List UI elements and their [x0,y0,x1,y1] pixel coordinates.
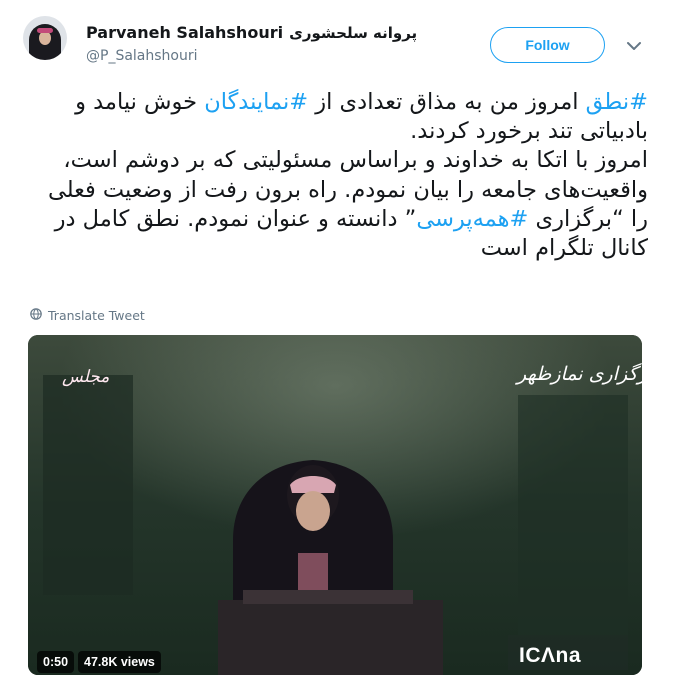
author-handle[interactable]: @P_Salahshouri [86,48,417,64]
hashtag-link[interactable]: #نمایندگان [204,89,308,115]
video-frame [28,335,642,675]
avatar[interactable] [23,16,67,60]
tweet-text-segment: امروز من به مذاق تعدادی از [308,89,586,115]
follow-button[interactable]: Follow [490,27,605,63]
video-views-badge: 47.8K views [78,651,161,673]
chevron-down-icon[interactable] [622,36,646,56]
author-block[interactable]: Parvaneh Salahshouri پروانه سلحشوری @P_S… [86,23,417,64]
author-name-persian[interactable]: پروانه سلحشوری [289,24,417,42]
tweet-paragraph-2: امروز با اتکا به خداوند و براساس مسئولیت… [28,146,648,263]
hashtag-link[interactable]: #نطق [586,89,648,115]
tweet-paragraph-1: #نطق امروز من به مذاق تعدادی از #نمایندگ… [28,88,648,146]
hashtag-link[interactable]: #همه‌پرسی [416,206,528,232]
translate-tweet-label[interactable]: Translate Tweet [48,308,145,323]
video-overlay-caption: برگزاری نمازظهر [517,363,642,385]
translate-tweet-link[interactable]: Translate Tweet [30,308,145,323]
video-duration-badge: 0:50 [37,651,75,673]
author-name[interactable]: Parvaneh Salahshouri [86,23,283,42]
tweet-text: #نطق امروز من به مذاق تعدادی از #نمایندگ… [28,88,648,263]
video-overlay-left-text: مجلس [62,367,110,387]
channel-logo: ICΛna [519,644,582,667]
video-player[interactable]: برگزاری نمازظهر مجلس ICΛna 0:50 47.8K vi… [28,335,642,675]
globe-icon [30,308,42,323]
